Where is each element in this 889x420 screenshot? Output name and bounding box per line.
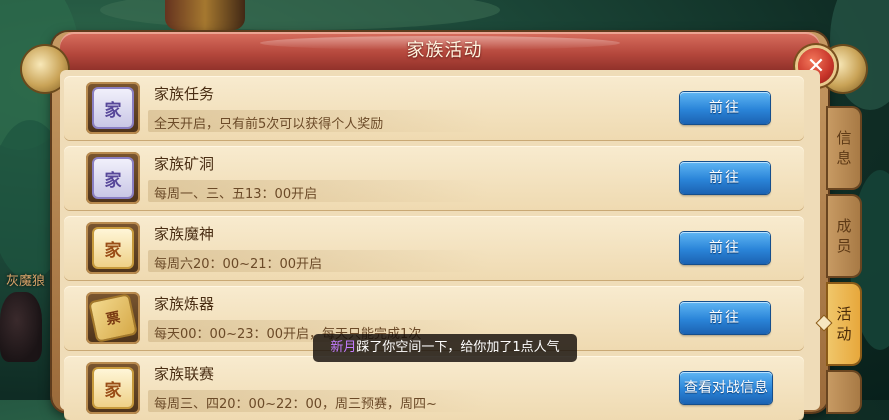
background-monster: [0, 292, 42, 362]
activity-desc: 每周三、四20：00~22：00，周三预赛，周四~: [154, 397, 437, 412]
tab-label: 信: [836, 129, 852, 147]
scroll-icon: 家: [94, 229, 132, 267]
tab-label: 成: [836, 217, 852, 235]
monster-name-label: 灰魔狼: [6, 274, 46, 289]
family-refine-icon: 票: [86, 292, 140, 344]
activity-row-family-task: 家 家族任务 全天开启，只有前5次可以获得个人奖励 前往: [64, 76, 804, 140]
family-league-icon: 家: [86, 362, 140, 414]
family-mine-icon: 家: [86, 152, 140, 204]
activity-title: 家族魔神: [154, 225, 215, 243]
family-task-icon: 家: [86, 82, 140, 134]
go-button-family-mine[interactable]: 前往: [680, 162, 770, 194]
view-match-info-button[interactable]: 查看对战信息: [680, 372, 772, 404]
activity-desc: 每周一、三、五13：00开启: [154, 187, 318, 202]
go-button-family-refine[interactable]: 前往: [680, 302, 770, 334]
window-title: 家族活动: [406, 40, 483, 61]
activity-row-family-demon: 家 家族魔神 每周六20：00~21：00开启 前往: [64, 216, 804, 280]
tab-members[interactable]: 成 员: [828, 196, 860, 276]
tab-label: 动: [836, 325, 852, 343]
activity-title: 家族任务: [154, 85, 215, 103]
go-button-family-demon[interactable]: 前往: [680, 232, 770, 264]
tab-label: 员: [836, 237, 852, 255]
toast-message: 踩了你空间一下，给你加了1点人气: [356, 340, 560, 355]
scroll-icon: 家: [94, 89, 132, 127]
ticket-icon: 票: [90, 295, 136, 341]
tab-label: 息: [836, 149, 852, 167]
scroll-icon: 家: [94, 159, 132, 197]
activity-title: 家族矿洞: [154, 155, 215, 173]
activity-title: 家族炼器: [154, 295, 215, 313]
activity-row-family-mine: 家 家族矿洞 每周一、三、五13：00开启 前往: [64, 146, 804, 210]
activity-desc: 全天开启，只有前5次可以获得个人奖励: [154, 117, 384, 132]
background-character: [165, 0, 245, 30]
family-demon-icon: 家: [86, 222, 140, 274]
scroll-icon: 家: [94, 369, 132, 407]
tab-label: 活: [836, 305, 852, 323]
tab-info[interactable]: 信 息: [828, 108, 860, 188]
toast-notification: 新月踩了你空间一下，给你加了1点人气: [313, 334, 577, 362]
activity-title: 家族联赛: [154, 365, 215, 383]
go-button-family-task[interactable]: 前往: [680, 92, 770, 124]
activity-desc: 每周六20：00~21：00开启: [154, 257, 323, 272]
tab-activities[interactable]: 活 动: [828, 284, 860, 364]
activity-row-family-league: 家 家族联赛 每周三、四20：00~22：00，周三预赛，周四~ 查看对战信息: [64, 356, 804, 420]
toast-player-name: 新月: [330, 340, 357, 355]
tab-partial[interactable]: [828, 372, 860, 412]
